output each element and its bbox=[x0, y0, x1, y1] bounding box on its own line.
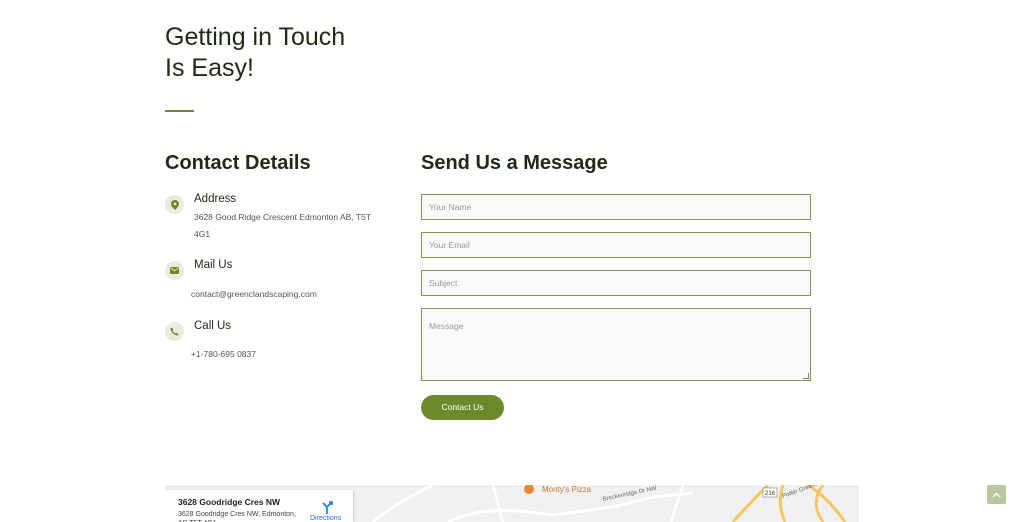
directions-link[interactable]: Directions bbox=[310, 515, 341, 522]
map-place-card: 3628 Goodridge Cres NW 3628 Goodridge Cr… bbox=[165, 490, 353, 522]
subject-placeholder: Subject bbox=[429, 278, 458, 288]
email-field[interactable]: Your Email bbox=[421, 232, 811, 258]
resize-handle[interactable] bbox=[803, 373, 809, 379]
mail-value[interactable]: contact@greenclandscaping.com bbox=[191, 286, 317, 303]
message-placeholder: Message bbox=[429, 321, 464, 331]
address-line2: 4G1 bbox=[194, 229, 211, 239]
email-placeholder: Your Email bbox=[429, 240, 470, 250]
chevron-up-icon bbox=[992, 492, 1001, 497]
contact-us-button[interactable]: Contact Us bbox=[421, 395, 504, 420]
send-message-heading: Send Us a Message bbox=[421, 152, 608, 174]
message-field[interactable]: Message bbox=[421, 308, 811, 381]
name-placeholder: Your Name bbox=[429, 202, 472, 212]
page-title: Getting in Touch Is Easy! bbox=[165, 22, 345, 84]
scroll-to-top-button[interactable] bbox=[987, 485, 1006, 504]
address-title: Address bbox=[194, 193, 237, 205]
contact-details-heading: Contact Details bbox=[165, 152, 311, 174]
map-embed[interactable]: Breckenridge Dr NW Potter Greens Dr 216 … bbox=[165, 485, 859, 522]
address-text: 3628 Good Ridge Crescent Edmonton AB, T5… bbox=[194, 209, 371, 243]
name-field[interactable]: Your Name bbox=[421, 194, 811, 220]
location-pin-icon bbox=[165, 195, 184, 214]
address-line1: 3628 Good Ridge Crescent Edmonton AB, T5… bbox=[194, 212, 372, 222]
directions-icon[interactable] bbox=[320, 500, 334, 514]
page-title-line1: Getting in Touch bbox=[165, 23, 346, 51]
map-place-title: 3628 Goodridge Cres NW bbox=[178, 497, 281, 507]
route-badge: 216 bbox=[765, 491, 776, 497]
map-tiles[interactable]: Breckenridge Dr NW Potter Greens Dr 216 bbox=[353, 485, 859, 522]
map-place-address: 3628 Goodridge Cres NW, Edmonton, AB T5T… bbox=[178, 511, 296, 522]
title-divider bbox=[165, 110, 194, 112]
phone-icon bbox=[165, 322, 184, 341]
subject-field[interactable]: Subject bbox=[421, 270, 811, 296]
call-title: Call Us bbox=[194, 320, 232, 332]
page-title-line2: Is Easy! bbox=[165, 54, 254, 82]
mail-title: Mail Us bbox=[194, 259, 233, 271]
envelope-icon bbox=[165, 261, 184, 280]
call-value[interactable]: +1-780-695 0837 bbox=[191, 346, 256, 363]
map-poi-label[interactable]: Monty's Pizza bbox=[542, 485, 591, 494]
